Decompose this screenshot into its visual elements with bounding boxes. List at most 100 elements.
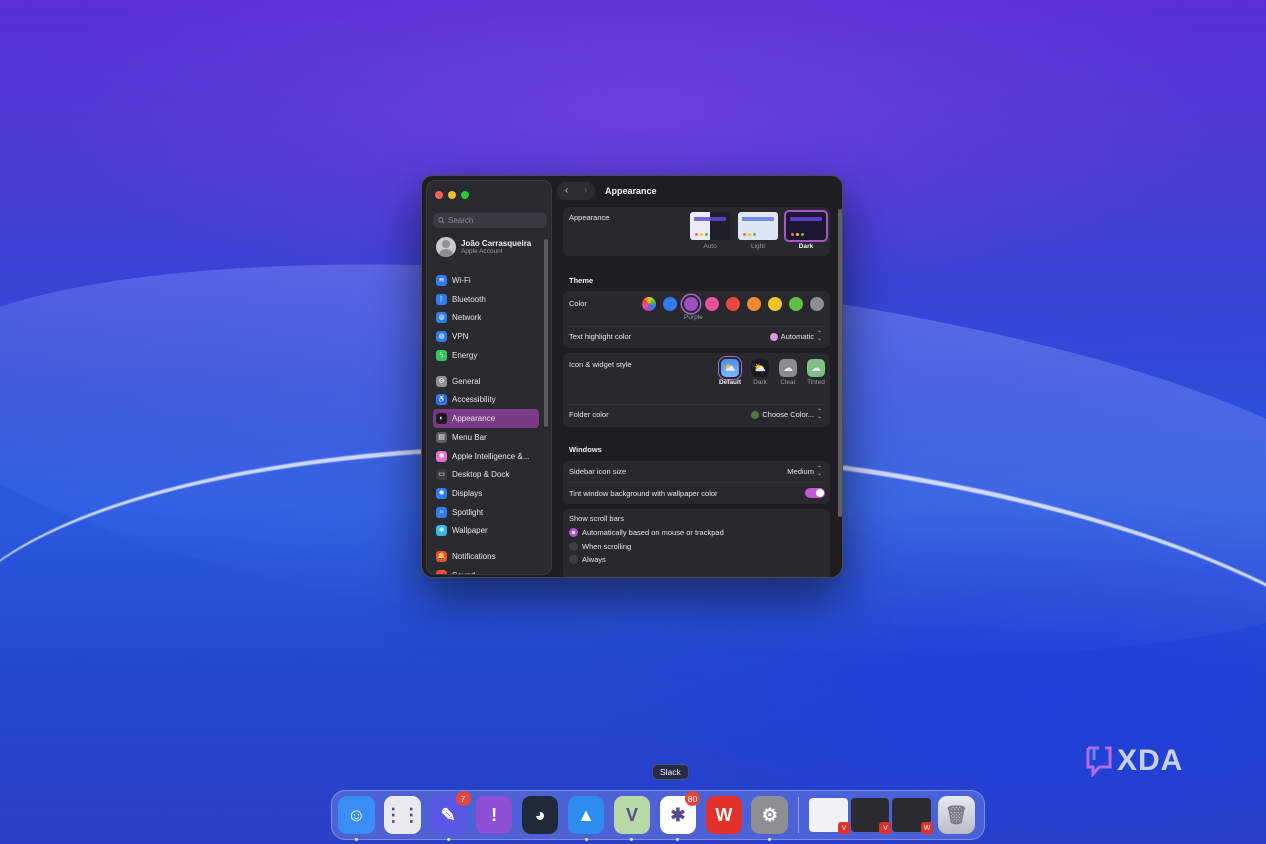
- forward-chevron-icon[interactable]: ›: [584, 186, 587, 196]
- search-field[interactable]: Search: [433, 213, 547, 228]
- selected-color-caption: Purple: [684, 314, 703, 321]
- accent-swatch[interactable]: [663, 297, 677, 311]
- scroll-bars-radio-option[interactable]: When scrolling: [569, 540, 724, 554]
- content-scrollbar[interactable]: [838, 209, 842, 517]
- app-badge-icon: V: [879, 822, 892, 834]
- accent-swatch[interactable]: [789, 297, 803, 311]
- sidebar-item-notifications[interactable]: 🔔 Notifications: [433, 548, 539, 567]
- app-glyph: ⚙: [761, 804, 778, 825]
- sidebar-item-wallpaper[interactable]: ❋ Wallpaper: [433, 521, 539, 540]
- sidebar-icon-size-value: Medium: [787, 467, 814, 476]
- app-glyph: ◕: [534, 804, 546, 825]
- sidebar-nav: ≋ Wi-Fi ᛒ Bluetooth ◍ Network ◍ VPN ϟ Energy ⚙ Gene…: [433, 271, 539, 574]
- sidebar-item-displays[interactable]: ✹ Displays: [433, 484, 539, 503]
- tint-toggle[interactable]: [805, 488, 825, 498]
- sidebar-item-appearance[interactable]: ◐ Appearance: [433, 409, 539, 428]
- appearance-dark-option[interactable]: Dark: [784, 210, 828, 250]
- launchpad-icon[interactable]: ⋮⋮: [383, 796, 421, 834]
- sidebar-item-vpn[interactable]: ◍ VPN: [433, 327, 539, 346]
- sidebar-icon-size-popup[interactable]: Medium ⌃ ⌄: [787, 466, 822, 476]
- running-indicator: [676, 838, 680, 841]
- running-indicator: [584, 838, 588, 841]
- scroll-bars-radio-option[interactable]: Always: [569, 553, 724, 567]
- xda-logo-icon: [1086, 746, 1112, 777]
- minimized-wps-window[interactable]: W: [892, 798, 934, 834]
- widget-default-option[interactable]: ⛅ Default: [719, 359, 741, 386]
- gear-icon: ⚙: [436, 375, 447, 387]
- radio-button[interactable]: [569, 555, 578, 565]
- updown-chevron-icon: ⌃ ⌄: [816, 409, 822, 420]
- accent-swatch[interactable]: [768, 297, 782, 311]
- sidebar-item-menu-bar[interactable]: ▤ Menu Bar: [433, 428, 539, 447]
- radio-label: Always: [582, 555, 606, 565]
- appearance-light-option[interactable]: Light: [738, 212, 778, 250]
- vivaldi-icon[interactable]: V: [613, 796, 651, 841]
- scroll-bars-label: Show scroll bars: [569, 514, 625, 523]
- dock: ☺ ⋮⋮ ✎ 7! ◕ ▲ V ✱ 80 W ⚙ V V W 🗑: [331, 790, 985, 841]
- accent-swatch[interactable]: [684, 297, 698, 311]
- widget-tinted-option[interactable]: ☁ Tinted: [807, 359, 825, 386]
- light-preview: [738, 212, 778, 240]
- close-button[interactable]: [435, 191, 443, 199]
- sidebar-item-network[interactable]: ◍ Network: [433, 308, 539, 327]
- slack-icon[interactable]: ✱ 80: [659, 791, 701, 841]
- updown-chevron-icon: ⌃ ⌄: [816, 331, 822, 342]
- sidebar-item-spotlight[interactable]: ⌕ Spotlight: [433, 503, 539, 522]
- back-chevron-icon[interactable]: ‹: [565, 186, 568, 196]
- sidebar-item-label: Apple Intelligence &...: [452, 451, 530, 461]
- sidebar-item-label: Sound: [452, 571, 475, 574]
- finder-icon[interactable]: ☺: [338, 796, 375, 841]
- account-name: João Carrasqueira: [461, 239, 532, 248]
- wps-office-icon[interactable]: W: [705, 796, 743, 834]
- sidebar-item-label: VPN: [452, 331, 469, 341]
- sidebar-icon-size-label: Sidebar icon size: [569, 467, 627, 476]
- accent-swatch[interactable]: [705, 297, 719, 311]
- sidebar-item-wi-fi[interactable]: ≋ Wi-Fi: [433, 271, 539, 290]
- folder-color-label: Folder color: [569, 410, 609, 419]
- accent-swatch[interactable]: [642, 297, 656, 311]
- widget-clear-option[interactable]: ☁ Clear: [779, 359, 797, 386]
- sidebar-item-apple-intelligence[interactable]: ✺ Apple Intelligence &...: [433, 447, 539, 466]
- chat-app-icon[interactable]: ✎ 7: [429, 791, 471, 841]
- highlight-popup[interactable]: Automatic ⌃ ⌄: [769, 331, 822, 342]
- minimized-vivaldi-window[interactable]: V: [809, 798, 850, 834]
- toolbar: ‹ › Appearance: [557, 182, 657, 200]
- sidebar-item-desktop-dock[interactable]: ▭ Desktop & Dock: [433, 465, 539, 484]
- scroll-bars-radio-option[interactable]: Automatically based on mouse or trackpad: [569, 526, 724, 540]
- radio-button[interactable]: [569, 541, 578, 551]
- sidebar-item-general[interactable]: ⚙ General: [433, 372, 539, 391]
- accent-swatch[interactable]: [726, 297, 740, 311]
- widget-dark-caption: Dark: [753, 379, 767, 386]
- folder-color-popup[interactable]: Choose Color... ⌃ ⌄: [751, 409, 822, 420]
- appearance-auto-caption: Auto: [703, 243, 717, 250]
- feedback-icon[interactable]: !: [475, 796, 513, 834]
- sidebar-item-accessibility[interactable]: ♿ Accessibility: [433, 391, 539, 410]
- zoom-button[interactable]: [461, 191, 469, 199]
- radio-button[interactable]: [569, 528, 578, 538]
- folder-color-dot: [751, 410, 760, 419]
- sidebar-item-sound[interactable]: ♪ Sound: [433, 566, 539, 574]
- sidebar-item-label: Spotlight: [452, 507, 484, 517]
- accent-swatch[interactable]: [810, 297, 824, 311]
- minimize-button[interactable]: [448, 191, 456, 199]
- appearance-auto-option[interactable]: Auto: [690, 212, 730, 250]
- sidebar-scrollbar[interactable]: [544, 239, 548, 427]
- accent-swatch[interactable]: [747, 297, 761, 311]
- davinci-resolve-icon[interactable]: ◕: [521, 796, 559, 834]
- highlight-label: Text highlight color: [569, 332, 632, 341]
- app-glyph: !: [491, 804, 498, 825]
- running-indicator: [630, 838, 634, 841]
- window-controls: [435, 191, 469, 199]
- safari-like-icon[interactable]: ▲: [567, 796, 605, 841]
- scroll-bars-card: Show scroll bars Automatically based on …: [563, 509, 830, 577]
- sidebar-item-bluetooth[interactable]: ᛒ Bluetooth: [433, 290, 539, 309]
- apple-account-item[interactable]: João Carrasqueira Apple Account: [436, 237, 531, 257]
- sidebar-item-energy[interactable]: ϟ Energy: [433, 346, 539, 365]
- trash-icon[interactable]: 🗑: [938, 796, 975, 834]
- widget-dark-option[interactable]: ⛅ Dark: [751, 359, 769, 386]
- app-glyph: V: [625, 804, 638, 825]
- app-glyph: W: [715, 804, 733, 825]
- system-settings-icon[interactable]: ⚙: [751, 796, 789, 841]
- minimized-vivaldi-window-2[interactable]: V: [850, 798, 892, 834]
